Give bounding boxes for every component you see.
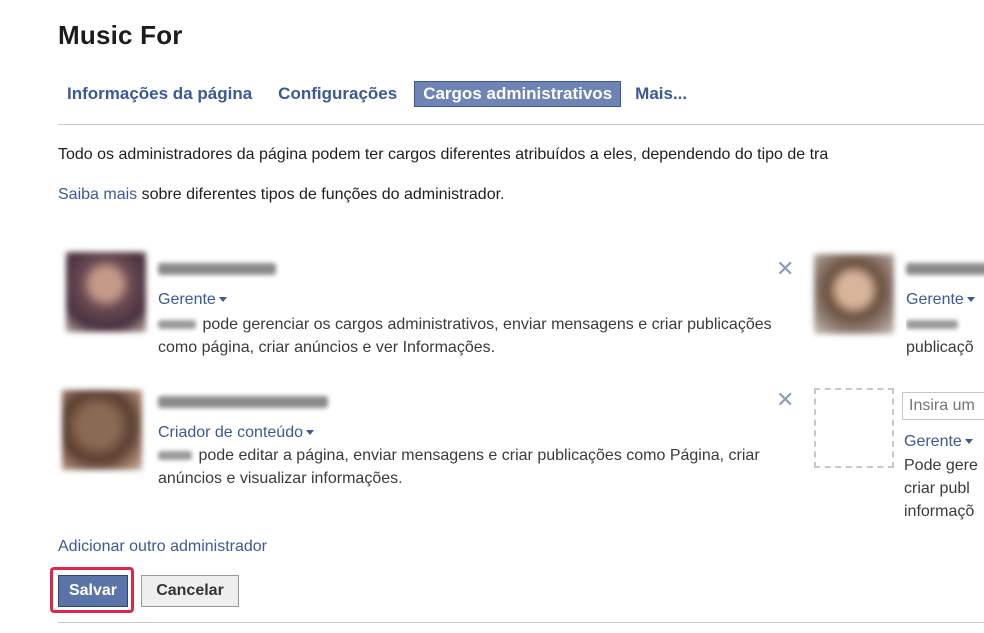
save-button[interactable]: Salvar bbox=[58, 575, 128, 607]
role-description: pode editar a página, enviar mensagens e… bbox=[158, 447, 760, 487]
admin-avatar bbox=[62, 390, 142, 470]
name-redacted bbox=[158, 320, 196, 330]
learn-more-link[interactable]: Saiba mais bbox=[58, 186, 137, 203]
role-dropdown[interactable]: Gerente bbox=[906, 291, 975, 309]
page-title: Music For bbox=[58, 20, 183, 50]
admin-name-redacted bbox=[906, 263, 984, 275]
name-redacted bbox=[158, 451, 192, 461]
remove-admin-icon[interactable]: ✕ bbox=[776, 389, 794, 411]
chevron-down-icon bbox=[305, 430, 314, 436]
remove-admin-icon[interactable]: ✕ bbox=[776, 258, 794, 280]
role-label: Gerente bbox=[904, 433, 962, 450]
new-admin-role-description: Pode gere criar publ informaçõ bbox=[904, 457, 978, 520]
admin-name-redacted bbox=[158, 263, 276, 275]
cancel-button[interactable]: Cancelar bbox=[141, 575, 239, 607]
learn-more-line: Saiba mais sobre diferentes tipos de fun… bbox=[58, 186, 504, 204]
top-divider bbox=[58, 124, 984, 125]
intro-text: Todo os administradores da página podem … bbox=[58, 146, 829, 163]
admin-avatar bbox=[66, 252, 146, 332]
role-label: Gerente bbox=[906, 291, 964, 308]
role-dropdown[interactable]: Gerente bbox=[158, 291, 227, 309]
chevron-down-icon bbox=[218, 297, 227, 303]
role-description: publicaçõ bbox=[906, 313, 984, 359]
new-admin-name-input[interactable] bbox=[902, 392, 984, 420]
add-admin-link[interactable]: Adicionar outro administrador bbox=[58, 538, 267, 556]
bottom-divider bbox=[58, 622, 984, 623]
admin-name-redacted bbox=[158, 396, 328, 408]
admin-avatar bbox=[814, 254, 894, 334]
tab-settings[interactable]: Configurações bbox=[269, 81, 406, 107]
settings-tabs: Informações da página Configurações Carg… bbox=[58, 80, 696, 108]
tab-more[interactable]: Mais... bbox=[629, 81, 696, 107]
empty-avatar-placeholder bbox=[814, 388, 894, 468]
learn-more-text: sobre diferentes tipos de funções do adm… bbox=[137, 186, 505, 203]
tab-page-info[interactable]: Informações da página bbox=[58, 81, 261, 107]
admin-roles-page: Music For Informações da página Configur… bbox=[0, 0, 984, 633]
role-dropdown[interactable]: Criador de conteúdo bbox=[158, 424, 314, 442]
new-admin-role-dropdown[interactable]: Gerente bbox=[904, 433, 973, 451]
chevron-down-icon bbox=[966, 297, 975, 303]
name-redacted bbox=[906, 320, 958, 330]
role-label: Gerente bbox=[158, 291, 216, 308]
role-label: Criador de conteúdo bbox=[158, 424, 303, 441]
tab-admin-roles[interactable]: Cargos administrativos bbox=[414, 81, 622, 107]
role-description: pode gerenciar os cargos administrativos… bbox=[158, 316, 772, 356]
chevron-down-icon bbox=[964, 439, 973, 445]
